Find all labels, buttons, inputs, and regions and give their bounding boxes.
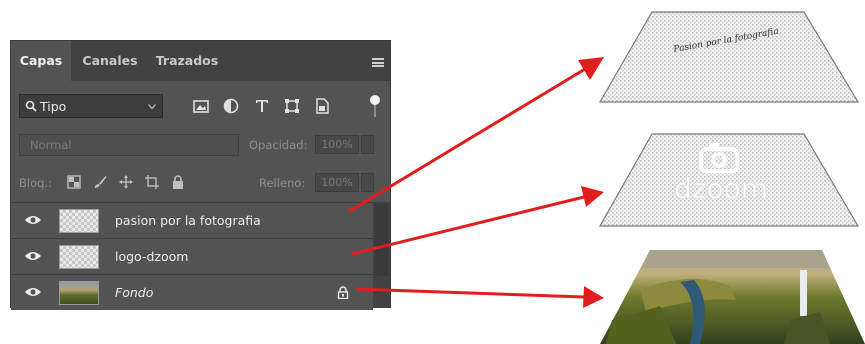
arrow-to-middle-layer — [351, 186, 604, 256]
arrow-to-background-layer — [355, 286, 604, 308]
arrow-to-top-layer — [347, 57, 604, 214]
arrows-overlay — [347, 57, 604, 308]
